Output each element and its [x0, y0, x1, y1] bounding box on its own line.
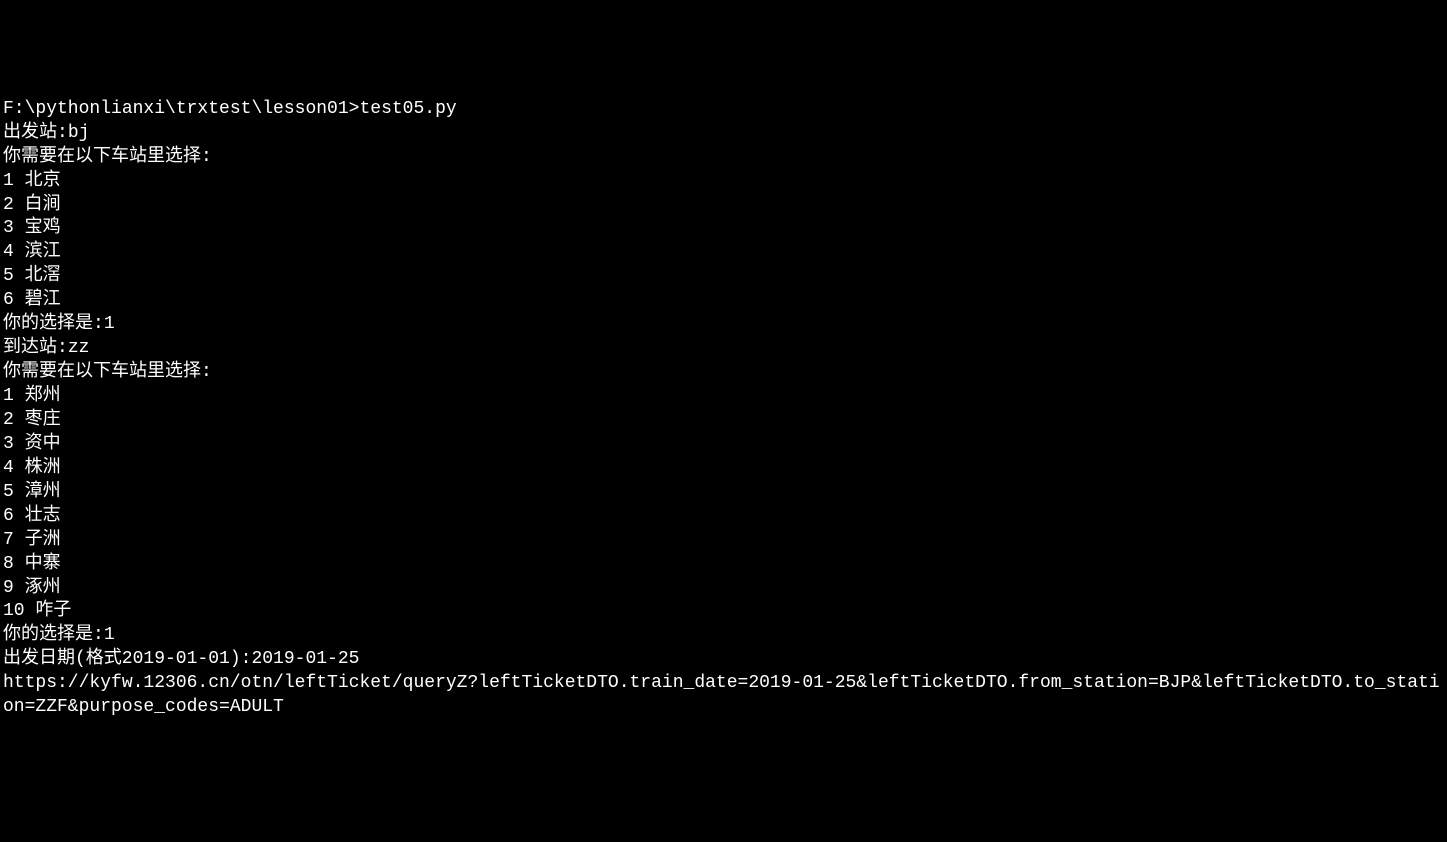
departure-option: 6 碧江 — [3, 289, 1444, 313]
output-url: https://kyfw.12306.cn/otn/leftTicket/que… — [3, 672, 1444, 720]
arrival-label: 到达站: — [3, 338, 68, 358]
arrival-input: zz — [68, 338, 90, 358]
command-prompt-line: F:\pythonlianxi\trxtest\lesson01>test05.… — [3, 98, 1444, 122]
prompt-path: F:\pythonlianxi\trxtest\lesson01> — [3, 99, 359, 119]
departure-prompt-line: 出发站:bj — [3, 122, 1444, 146]
departure-option: 2 白涧 — [3, 194, 1444, 218]
arrival-option: 5 漳州 — [3, 481, 1444, 505]
select-station-prompt-1: 你需要在以下车站里选择: — [3, 146, 1444, 170]
departure-label: 出发站: — [3, 123, 68, 143]
your-choice-label: 你的选择是: — [3, 314, 104, 334]
date-input: 2019-01-25 — [251, 649, 359, 669]
arrival-option: 7 子洲 — [3, 529, 1444, 553]
departure-choice-input: 1 — [104, 314, 115, 334]
arrival-option: 6 壮志 — [3, 505, 1444, 529]
terminal-output[interactable]: F:\pythonlianxi\trxtest\lesson01>test05.… — [0, 96, 1447, 722]
departure-input: bj — [68, 123, 90, 143]
arrival-option: 3 资中 — [3, 433, 1444, 457]
departure-option: 5 北滘 — [3, 265, 1444, 289]
your-choice-label-2: 你的选择是: — [3, 625, 104, 645]
arrival-prompt-line: 到达站:zz — [3, 337, 1444, 361]
arrival-option: 1 郑州 — [3, 385, 1444, 409]
select-station-prompt-2: 你需要在以下车站里选择: — [3, 361, 1444, 385]
departure-choice-line: 你的选择是:1 — [3, 313, 1444, 337]
date-prompt-line: 出发日期(格式2019-01-01):2019-01-25 — [3, 648, 1444, 672]
date-label: 出发日期(格式2019-01-01): — [3, 649, 251, 669]
departure-option: 4 滨江 — [3, 241, 1444, 265]
arrival-option: 4 株洲 — [3, 457, 1444, 481]
arrival-choice-line: 你的选择是:1 — [3, 624, 1444, 648]
arrival-option: 10 咋子 — [3, 600, 1444, 624]
arrival-option: 9 涿州 — [3, 577, 1444, 601]
arrival-option: 2 枣庄 — [3, 409, 1444, 433]
arrival-choice-input: 1 — [104, 625, 115, 645]
departure-option: 1 北京 — [3, 170, 1444, 194]
arrival-option: 8 中寨 — [3, 553, 1444, 577]
command-text: test05.py — [359, 99, 456, 119]
departure-option: 3 宝鸡 — [3, 217, 1444, 241]
